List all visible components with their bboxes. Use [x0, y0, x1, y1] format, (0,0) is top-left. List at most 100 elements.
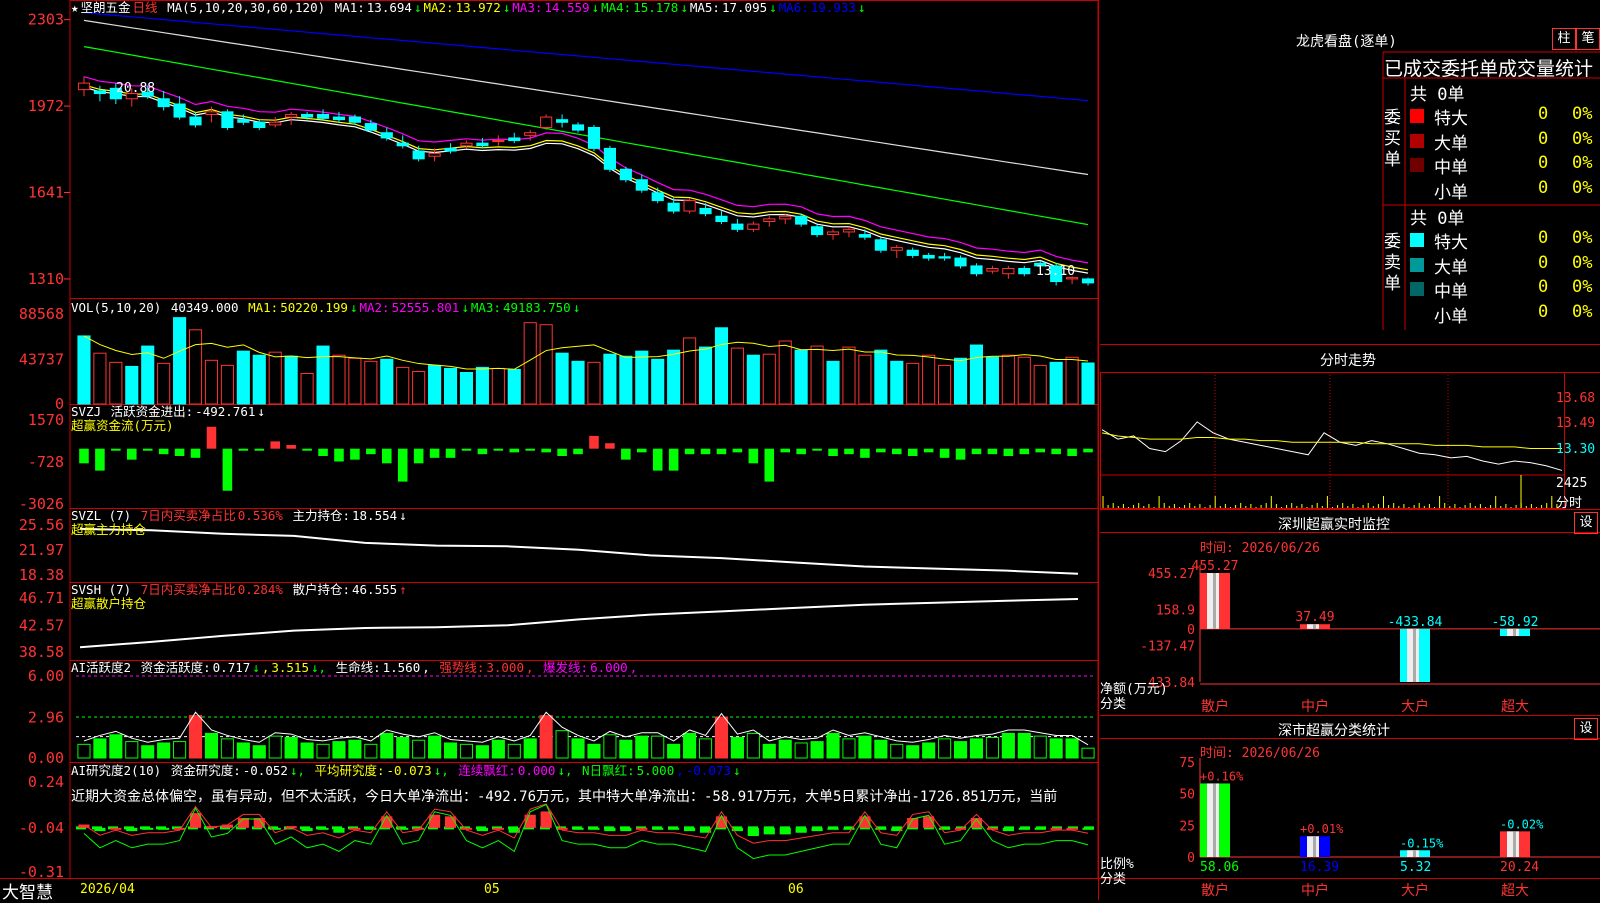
ai2-bar-34: [620, 827, 632, 832]
ai1-bar-61: [1049, 738, 1063, 759]
candle-15: [316, 109, 330, 120]
stats-title: 已成交委托单成交量统计: [1384, 58, 1594, 80]
candle-body: [444, 147, 457, 152]
ai1-bar-32: [587, 743, 601, 759]
ratio-axis-label-1: 比例%: [1100, 857, 1134, 872]
ai1-bar-23: [443, 742, 458, 759]
candle-body: [1002, 268, 1015, 275]
sell-rows-pct-0: 0%: [1572, 228, 1593, 248]
svzj-bar-40: [716, 448, 727, 455]
intraday-tick-mid: 13.49: [1556, 416, 1596, 431]
vol-bar-32: [587, 361, 601, 405]
svzj-bar-14: [302, 448, 312, 451]
candle-body: [285, 113, 298, 118]
svzj-bar-21: [413, 448, 424, 464]
candle-body: [332, 116, 346, 121]
sell-rows-count-1: 0: [1538, 252, 1549, 273]
candle-body: [970, 265, 983, 275]
sell-rows-label-1: 大单: [1434, 257, 1468, 278]
ai2-line-red: [83, 803, 1089, 844]
vol-bar-47: [826, 360, 840, 405]
svzj-bar-55: [955, 448, 966, 460]
sell-rows-swatch-0: [1410, 233, 1424, 247]
svzj-bar-5: [158, 448, 169, 455]
vol-bar-50: [874, 349, 888, 405]
sz-class-settings-button[interactable]: 设: [1574, 718, 1598, 740]
period-label[interactable]: 日线: [133, 0, 158, 15]
svzj-bar-27: [509, 448, 520, 453]
svzj-bar-30: [557, 448, 567, 457]
vol-bar-56: [969, 344, 984, 405]
buy-rows-pct-1: 0%: [1572, 128, 1593, 149]
vol-ma1: [83, 335, 1089, 370]
sz-class-date: 时间: 2026/06/26: [1200, 746, 1320, 761]
ai2-bar-33: [604, 827, 616, 832]
svzj-bar-37: [668, 448, 679, 471]
ma-line-MA3: [83, 76, 1089, 264]
candle-body: [635, 179, 648, 191]
svzj-arrow: ↓: [257, 404, 265, 419]
svzl-sub: 超赢主力持仓: [71, 522, 147, 537]
candle-body: [842, 228, 856, 233]
ai1-bar-10: [236, 742, 250, 759]
vol-value: 40349.000: [170, 300, 239, 315]
right-panel: 龙虎看盘(逐单) 柱 笔 已成交委托单成交量统计 委买单 共 0单 特大 0 0% 大…: [1100, 0, 1600, 900]
svzj-name: SVZJ: [71, 404, 102, 419]
stock-name[interactable]: 坚朗五金: [81, 0, 131, 15]
ma-items-arrow-5: ↓: [857, 0, 866, 15]
ai1-bar-34: [619, 739, 633, 759]
ma-items-label-5: MA6:: [778, 0, 809, 15]
candle-63: [1081, 277, 1095, 286]
intraday-tick-low: 13.30: [1556, 442, 1596, 457]
tick-mode-button[interactable]: 笔: [1576, 28, 1600, 50]
column-mode-button[interactable]: 柱: [1552, 28, 1576, 50]
svzl-tick-0: 25.56: [19, 516, 64, 534]
ai2-bar-59: [1018, 827, 1030, 830]
svzj-bar-29: [541, 448, 551, 453]
ai2-bar-26: [492, 827, 504, 830]
sell-rows-count-3: 0: [1538, 301, 1549, 322]
svzj-bar-2: [111, 448, 121, 451]
ai2-bar-42: [747, 827, 759, 836]
vol-bar-11: [252, 354, 266, 405]
vol-bar-23: [443, 367, 458, 405]
svsh-label2: 散户持仓:: [292, 582, 350, 597]
intraday-vol-tick: 2425: [1556, 476, 1588, 491]
candle-41: [731, 218, 744, 232]
vol-bar-19: [380, 358, 394, 405]
sell-rows-pct-2: 0%: [1572, 277, 1593, 297]
svzj-bar-47: [828, 448, 838, 457]
ai1-life: 1.560: [382, 660, 421, 675]
ai1-bar-25: [475, 745, 489, 759]
vol-bar-35: [635, 350, 649, 405]
candle-52: [906, 247, 919, 259]
ai1-bar-55: [953, 741, 968, 759]
svzj-bar-24: [461, 448, 472, 451]
sz-monitor-settings-button[interactable]: 设: [1574, 512, 1598, 534]
candle-body: [301, 113, 314, 118]
svzj-bar-46: [812, 448, 822, 451]
candle-31: [571, 122, 585, 133]
candle-57: [986, 265, 999, 274]
candle-body: [476, 142, 489, 147]
candle-body: [651, 192, 664, 202]
vol-bar-30: [555, 352, 569, 405]
ai1-bar-26: [491, 739, 505, 759]
price-tick-1: 1972: [28, 97, 64, 115]
ai1-tick-2: 0.00: [28, 749, 64, 767]
vol-bar-54: [938, 364, 952, 405]
price-annotation-low: 13.10: [1036, 264, 1075, 279]
vol-bar-45: [794, 349, 808, 405]
svsh-tick-1: 42.57: [19, 616, 64, 634]
candle-body: [348, 116, 361, 123]
ai1-bar-58: [1001, 732, 1015, 759]
svzj-bar-44: [780, 448, 790, 453]
vol-tick-1: 43737: [19, 351, 64, 369]
candle-body: [779, 215, 792, 220]
ai2-bar-58: [1002, 827, 1014, 832]
ai2-bar-45: [795, 827, 807, 833]
candle-59: [1018, 265, 1031, 277]
sz-monitor-title: 深圳超赢实时监控: [1278, 517, 1390, 533]
vol-bar-34: [619, 355, 633, 405]
svsh-value1: 0.284%: [237, 582, 283, 597]
